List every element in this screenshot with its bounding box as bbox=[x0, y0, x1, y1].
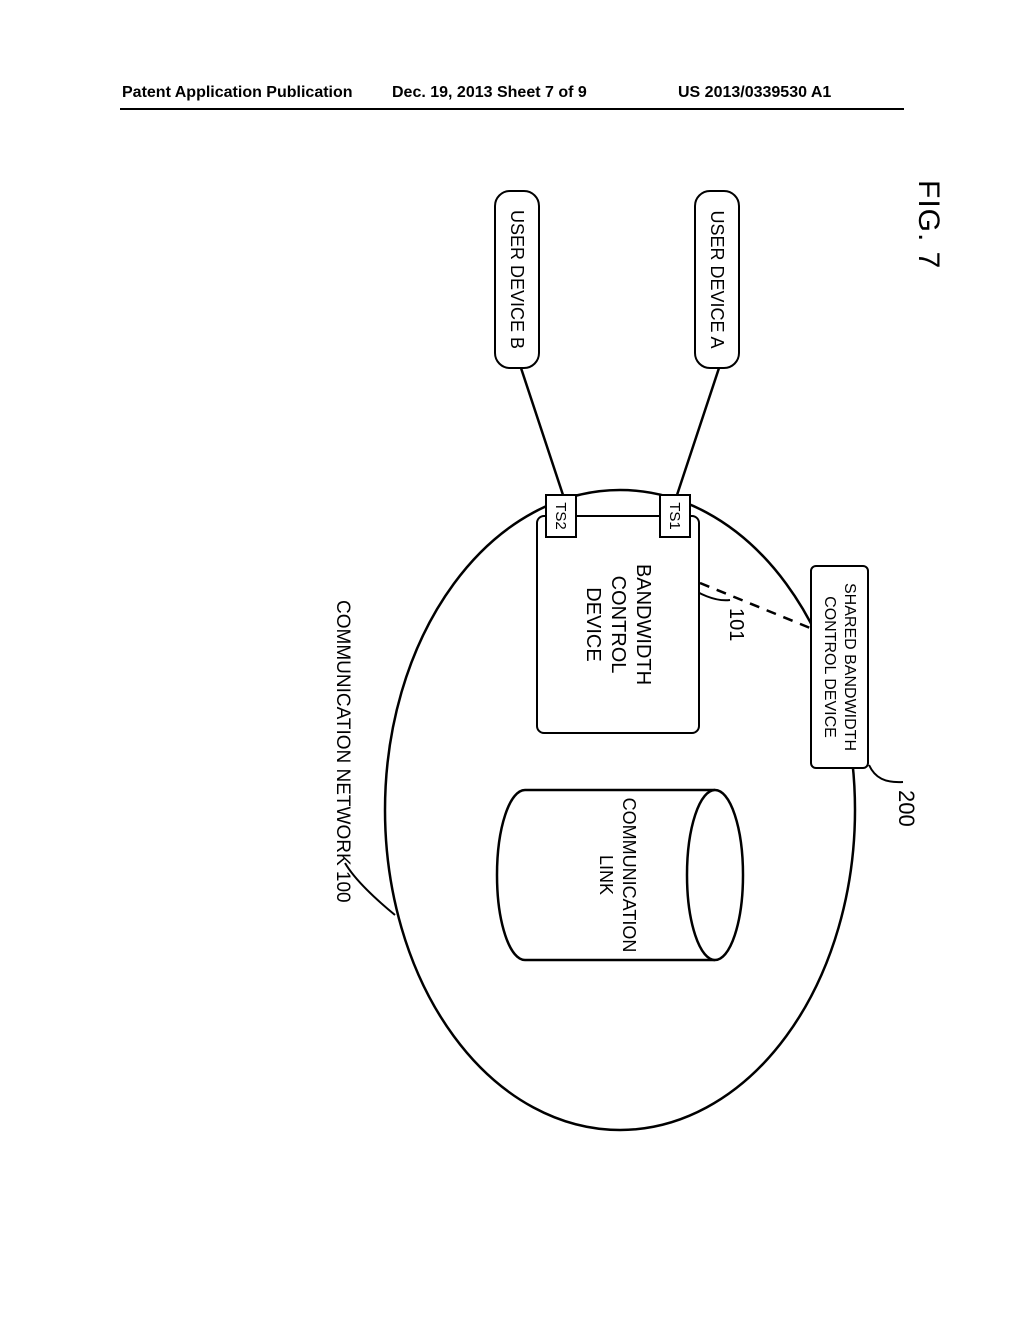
header-center-text: Dec. 19, 2013 Sheet 7 of 9 bbox=[392, 84, 587, 102]
line-dashed-to-shared bbox=[700, 583, 815, 630]
header-right-text: US 2013/0339530 A1 bbox=[678, 84, 831, 102]
communication-network-label: COMMUNICATION NETWORK 100 bbox=[331, 600, 353, 903]
port-ts2: TS2 bbox=[545, 494, 577, 538]
header-divider bbox=[120, 108, 904, 110]
ref-num-101: 101 bbox=[724, 608, 747, 641]
communication-link-label: COMMUNICATION LINK bbox=[595, 790, 640, 960]
leader-200 bbox=[869, 765, 903, 782]
ref-num-200: 200 bbox=[893, 790, 919, 827]
figure-label: FIG. 7 bbox=[911, 180, 945, 269]
header-left-text: Patent Application Publication bbox=[122, 84, 353, 102]
bandwidth-control-device: BANDWIDTH CONTROL DEVICE bbox=[536, 515, 700, 734]
user-device-b: USER DEVICE B bbox=[494, 190, 540, 369]
page: Patent Application Publication Dec. 19, … bbox=[0, 0, 1024, 1320]
shared-bandwidth-control-device: SHARED BANDWIDTH CONTROL DEVICE bbox=[810, 565, 869, 769]
user-device-a: USER DEVICE A bbox=[694, 190, 740, 369]
line-user-a-ts1 bbox=[677, 365, 720, 495]
page-header: Patent Application Publication Dec. 19, … bbox=[0, 84, 1024, 114]
line-user-b-ts2 bbox=[520, 365, 563, 495]
figure-7: FIG. 7 USER DEVICE A bbox=[0, 170, 945, 1030]
port-ts1: TS1 bbox=[659, 494, 691, 538]
